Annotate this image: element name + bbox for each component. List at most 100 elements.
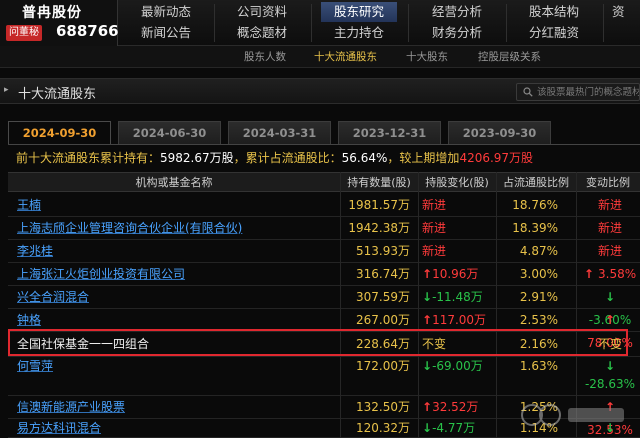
change-pct: 新进 — [582, 217, 638, 240]
arrow-down-icon: ↓ — [604, 290, 616, 304]
holder-name-link[interactable]: 何雪萍 — [17, 357, 53, 375]
nav-divider — [408, 4, 409, 42]
nav-concepts[interactable]: 概念题材 — [224, 23, 300, 43]
hold-amount: 307.59万 — [356, 290, 410, 304]
nav-main-holdings[interactable]: 主力持仓 — [321, 23, 397, 43]
nav-latest[interactable]: 最新动态 — [128, 2, 204, 22]
holder-name-link[interactable]: 李兆桂 — [17, 240, 53, 263]
holder-name-link[interactable]: 王楠 — [17, 193, 41, 217]
header-pct: 变动比例 — [586, 176, 630, 189]
hold-change: ↓-69.00万 — [422, 357, 483, 375]
table-row: 上海志颀企业管理咨询合伙企业(有限合伙) 1942.38万 新进 18.39% 新进 — [8, 217, 640, 240]
hold-change: ↑32.52万 — [422, 396, 478, 419]
tab-2024-06-30[interactable]: 2024-06-30 — [118, 121, 221, 144]
header-name: 机构或基金名称 — [135, 176, 213, 189]
summary-ratio-label: ，累计占流通股比： — [233, 151, 342, 165]
nav-more[interactable]: 资 — [612, 2, 640, 22]
arrow-up-icon: ↑ — [583, 267, 599, 281]
nav-divider — [311, 4, 312, 42]
summary-prefix: 前十大流通股东累计持有： — [16, 151, 161, 165]
subnav-top10-float[interactable]: 十大流通股东 — [314, 49, 377, 65]
arrow-down-icon: ↓ — [422, 421, 433, 435]
hold-change: ↓-11.48万 — [422, 286, 483, 309]
hold-change: 新进 — [422, 240, 446, 263]
holder-name-link[interactable]: 兴全合润混合 — [17, 286, 89, 309]
table-row: 兴全合润混合 307.59万 ↓-11.48万 2.91% ↓ -3.60% — [8, 286, 640, 327]
hold-change-value: 新进 — [422, 221, 447, 235]
summary-compare-label: ，较上期增加 — [387, 151, 460, 165]
nav-capital-structure[interactable]: 股本结构 — [516, 2, 592, 22]
section-title: 十大流通股东 — [18, 87, 97, 102]
highlight-box — [8, 329, 628, 356]
subnav-shareholder-count[interactable]: 股东人数 — [244, 49, 286, 65]
table-header: 机构或基金名称 持有数量(股) 持股变化(股) 占流通股比例 变动比例 — [8, 172, 640, 192]
subnav-holding-structure[interactable]: 控股层级关系 — [478, 49, 541, 65]
tab-2023-12-31[interactable]: 2023-12-31 — [338, 121, 441, 144]
nav-shareholder-research[interactable]: 股东研究 — [321, 2, 397, 22]
column-divider — [340, 172, 341, 438]
stock-code: 688766 — [56, 22, 119, 40]
summary-increase: 4206.97万股 — [459, 151, 534, 165]
holder-name-link[interactable]: 上海志颀企业管理咨询合伙企业(有限合伙) — [17, 217, 242, 240]
tab-2024-03-31[interactable]: 2024-03-31 — [228, 121, 331, 144]
hold-amount: 1942.38万 — [348, 221, 410, 235]
ask-secretary-button[interactable]: 问董秘 — [6, 25, 42, 41]
header-ratio: 占流通股比例 — [503, 176, 569, 189]
change-pct: 新进 — [582, 193, 638, 217]
hold-change: 新进 — [422, 193, 446, 217]
arrow-up-icon: ↑ — [422, 400, 433, 414]
hold-change-value: -11.48万 — [432, 290, 483, 304]
tab-2024-09-30[interactable]: 2024-09-30 — [8, 121, 111, 145]
float-ratio: 1.63% — [519, 359, 558, 373]
change-pct-value: 新进 — [597, 244, 622, 258]
column-divider — [418, 172, 419, 438]
hold-change-value: -69.00万 — [432, 359, 483, 373]
table-row: 李兆桂 513.93万 新进 4.87% 新进 — [8, 240, 640, 263]
column-divider — [496, 172, 497, 438]
hold-amount: 513.93万 — [356, 244, 410, 258]
float-ratio: 4.87% — [519, 244, 558, 258]
change-pct-value: 新进 — [597, 221, 622, 235]
nav-company-info[interactable]: 公司资料 — [224, 2, 300, 22]
tab-2023-09-30[interactable]: 2023-09-30 — [448, 121, 551, 144]
float-ratio: 18.39% — [512, 221, 558, 235]
subnav-top10[interactable]: 十大股东 — [406, 49, 448, 65]
sub-nav: 股东人数 十大流通股东 十大股东 控股层级关系 — [0, 46, 640, 68]
float-ratio: 18.76% — [512, 198, 558, 212]
search-box[interactable] — [516, 83, 640, 101]
holder-name-link[interactable]: 易方达科讯混合 — [17, 419, 101, 438]
summary-held: 5982.67万股 — [160, 151, 234, 165]
nav-operation-analysis[interactable]: 经营分析 — [419, 2, 495, 22]
nav-news[interactable]: 新闻公告 — [128, 23, 204, 43]
table-row: 上海张江火炬创业投资有限公司 316.74万 ↑10.96万 3.00% ↑ 3.58% — [8, 263, 640, 286]
hold-change-value: 10.96万 — [432, 267, 479, 281]
hold-amount: 1981.57万 — [348, 198, 410, 212]
float-ratio: 2.91% — [519, 290, 558, 304]
arrow-up-icon: ↑ — [604, 313, 616, 327]
hold-amount: 316.74万 — [356, 267, 410, 281]
change-pct-value: 新进 — [597, 198, 622, 212]
nav-dividends[interactable]: 分红融资 — [516, 23, 592, 43]
holder-name-link[interactable]: 信澳新能源产业股票 — [17, 396, 125, 419]
change-pct: 新进 — [582, 240, 638, 263]
hold-change-value: 新进 — [422, 198, 447, 212]
collapse-arrow-icon[interactable]: ▸ — [4, 85, 9, 95]
nav-divider — [506, 4, 507, 42]
hold-amount: 120.32万 — [356, 421, 410, 435]
search-icon[interactable] — [523, 87, 533, 97]
arrow-down-icon: ↓ — [604, 359, 616, 373]
watermark-logo-icon — [521, 404, 624, 426]
search-input[interactable] — [537, 84, 639, 100]
top-nav-bar: 普冉股份 问董秘 688766 最新动态 公司资料 股东研究 经营分析 股本结构… — [0, 0, 640, 46]
hold-change: ↑10.96万 — [422, 263, 478, 286]
holder-name-link[interactable]: 上海张江火炬创业投资有限公司 — [17, 263, 185, 286]
change-pct: ↓ -28.63% — [582, 357, 638, 393]
hold-change-value: 32.52万 — [432, 400, 479, 414]
nav-financial-analysis[interactable]: 财务分析 — [419, 23, 495, 43]
section-header: ▸ 十大流通股东 — [0, 78, 640, 104]
column-divider — [576, 172, 577, 438]
nav-divider — [214, 4, 215, 42]
header-hold: 持有数量(股) — [347, 176, 411, 189]
arrow-down-icon: ↓ — [422, 359, 433, 373]
table-row: 王楠 1981.57万 新进 18.76% 新进 — [8, 193, 640, 217]
